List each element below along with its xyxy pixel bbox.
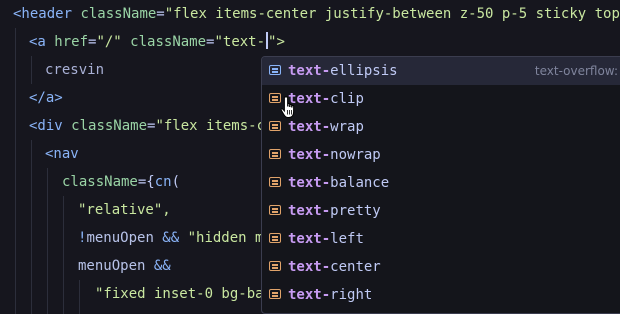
code-token: { bbox=[146, 174, 155, 190]
suggestion-match: text- bbox=[288, 203, 331, 219]
suggestion-label: text-pretty bbox=[288, 197, 381, 225]
code-line[interactable]: <div className="flex items-c bbox=[29, 112, 265, 140]
code-token: href bbox=[54, 34, 89, 50]
code-line[interactable]: "relative", bbox=[78, 196, 171, 224]
code-token: cn bbox=[154, 174, 172, 190]
class-text-icon bbox=[269, 149, 281, 159]
code-token: ( bbox=[171, 174, 181, 190]
code-token: "flex items-c bbox=[155, 118, 266, 134]
suggestion-label: text-clip bbox=[288, 85, 364, 113]
code-token: cresvin bbox=[45, 62, 105, 78]
indent-guide bbox=[79, 280, 80, 314]
indent-guide bbox=[31, 56, 32, 84]
suggestion-rest: left bbox=[330, 231, 364, 247]
suggestion-item[interactable]: text-nowrap bbox=[262, 141, 620, 169]
code-token: "text- bbox=[214, 34, 266, 50]
code-token: && bbox=[162, 230, 188, 246]
class-text-icon bbox=[269, 233, 281, 243]
code-token: "/" bbox=[96, 34, 131, 50]
class-text-icon bbox=[269, 121, 281, 131]
class-text-icon bbox=[269, 261, 281, 271]
suggestion-rest: balance bbox=[330, 175, 390, 191]
class-text-icon bbox=[269, 177, 281, 187]
code-token: "flex items-center justify-between z-50 … bbox=[164, 6, 620, 22]
suggestion-label: text-wrap bbox=[288, 113, 364, 141]
suggestion-rest: ellipsis bbox=[330, 63, 398, 79]
hand-pointer-icon bbox=[280, 96, 295, 118]
suggestion-rest: nowrap bbox=[330, 147, 381, 163]
suggestion-label: text-center bbox=[288, 253, 381, 281]
class-text-icon bbox=[269, 205, 281, 215]
suggestion-label: text-right bbox=[288, 281, 372, 309]
indent-guide bbox=[47, 168, 48, 314]
code-line[interactable]: menuOpen && bbox=[78, 252, 171, 280]
code-token: <nav bbox=[45, 146, 79, 162]
code-line[interactable]: </a> bbox=[29, 84, 63, 112]
code-token: menuOpen bbox=[86, 230, 163, 246]
suggestion-match: text- bbox=[288, 147, 331, 163]
suggestion-item[interactable]: text-left bbox=[262, 225, 620, 253]
class-text-icon bbox=[269, 289, 281, 299]
suggestion-match: text- bbox=[288, 63, 331, 79]
suggestion-item[interactable]: text-clip bbox=[262, 85, 620, 113]
suggestion-item[interactable]: text-center bbox=[262, 253, 620, 281]
indent-guide bbox=[31, 140, 32, 314]
indent-guide bbox=[63, 196, 64, 314]
code-token: && bbox=[153, 258, 171, 274]
code-token: className bbox=[71, 118, 148, 134]
indent-guide bbox=[15, 28, 16, 314]
code-token: <a bbox=[29, 34, 55, 50]
suggestion-item[interactable]: text-balance bbox=[262, 169, 620, 197]
code-token: "relative", bbox=[78, 202, 171, 218]
autocomplete-popup[interactable]: text-ellipsis text-overflow: text-clip text… bbox=[261, 56, 620, 314]
code-line[interactable]: <header className="flex items-center jus… bbox=[13, 0, 620, 28]
code-token: className bbox=[62, 174, 138, 190]
suggestion-rest: center bbox=[330, 259, 381, 275]
suggestion-rest: wrap bbox=[330, 119, 364, 135]
code-token: = bbox=[156, 6, 165, 22]
suggestion-match: text- bbox=[288, 175, 331, 191]
code-token: "hidden m bbox=[187, 230, 264, 246]
code-token: <header bbox=[13, 6, 81, 22]
suggestion-match: text- bbox=[288, 287, 331, 303]
code-token: <div bbox=[29, 118, 72, 134]
suggestion-item[interactable]: text-wrap bbox=[262, 113, 620, 141]
code-token: </a> bbox=[29, 90, 63, 106]
suggestion-label: text-ellipsis bbox=[288, 57, 398, 85]
code-token: className bbox=[130, 34, 207, 50]
code-line[interactable]: !menuOpen && "hidden m bbox=[78, 224, 263, 252]
code-line[interactable]: className={cn( bbox=[62, 168, 180, 196]
suggestion-item[interactable]: text-right bbox=[262, 281, 620, 309]
suggestion-rest: pretty bbox=[330, 203, 381, 219]
code-line[interactable]: cresvin bbox=[45, 56, 104, 84]
suggestion-match: text- bbox=[288, 119, 331, 135]
code-token: menuOpen bbox=[78, 258, 154, 274]
code-token: "> bbox=[268, 34, 285, 50]
suggestion-label: text-nowrap bbox=[288, 141, 381, 169]
code-token: className bbox=[80, 6, 157, 22]
suggestion-match: text- bbox=[288, 259, 331, 275]
suggestion-label: text-left bbox=[288, 225, 364, 253]
suggestion-label: text-balance bbox=[288, 169, 389, 197]
suggestion-item[interactable]: text-ellipsis text-overflow: bbox=[262, 57, 620, 85]
suggestion-item[interactable]: text-pretty bbox=[262, 197, 620, 225]
suggestion-rest: clip bbox=[330, 91, 364, 107]
suggestion-detail: text-overflow: bbox=[534, 64, 618, 78]
suggestion-rest: right bbox=[330, 287, 373, 303]
code-line[interactable]: <a href="/" className="text- "> bbox=[29, 28, 285, 56]
code-token: "fixed inset-0 bg-ba bbox=[95, 286, 264, 302]
code-line[interactable]: <nav bbox=[45, 140, 79, 168]
code-line[interactable]: "fixed inset-0 bg-ba bbox=[95, 280, 264, 308]
class-text-icon bbox=[269, 65, 281, 75]
suggestion-match: text- bbox=[288, 231, 331, 247]
